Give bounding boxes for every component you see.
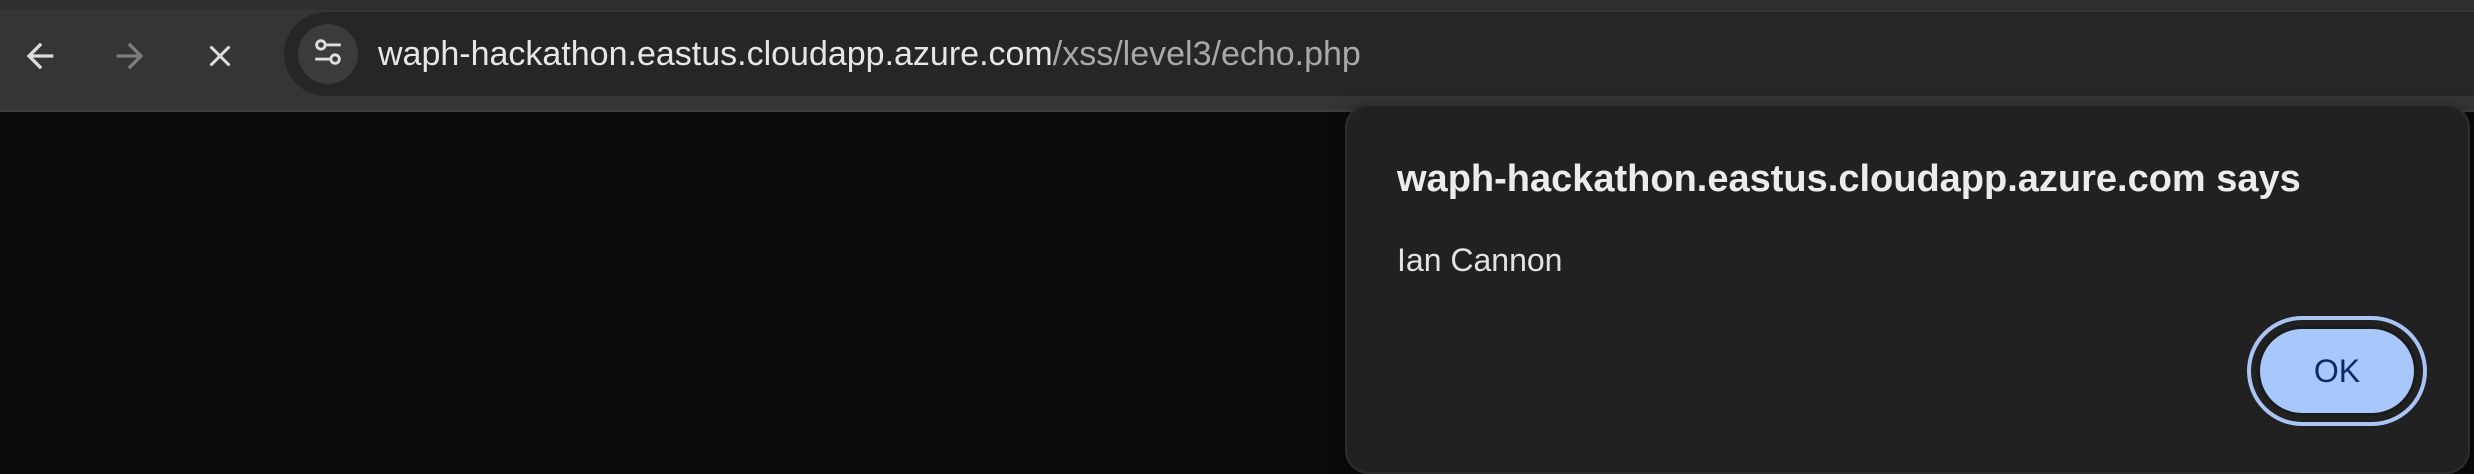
arrow-left-icon: [20, 36, 60, 76]
arrow-right-icon: [110, 36, 150, 76]
alert-dialog: waph-hackathon.eastus.cloudapp.azure.com…: [1345, 104, 2470, 474]
browser-toolbar: waph-hackathon.eastus.cloudapp.azure.com…: [0, 0, 2474, 112]
close-icon: [202, 38, 238, 74]
stop-loading-button[interactable]: [188, 24, 252, 88]
address-bar[interactable]: waph-hackathon.eastus.cloudapp.azure.com…: [284, 12, 2474, 96]
dialog-message: Ian Cannon: [1397, 242, 1563, 278]
dialog-title: waph-hackathon.eastus.cloudapp.azure.com…: [1397, 158, 2301, 200]
ok-button[interactable]: OK: [2257, 326, 2417, 416]
tune-icon: [311, 35, 345, 74]
back-button[interactable]: [8, 24, 72, 88]
url-text[interactable]: waph-hackathon.eastus.cloudapp.azure.com…: [378, 12, 1361, 96]
forward-button[interactable]: [98, 24, 162, 88]
site-info-button[interactable]: [298, 24, 358, 84]
url-path: /xss/level3/echo.php: [1052, 35, 1361, 73]
url-host: waph-hackathon.eastus.cloudapp.azure.com: [378, 35, 1053, 73]
ok-button-focus-ring: OK: [2247, 316, 2427, 426]
tab-strip-edge: [0, 0, 2474, 10]
